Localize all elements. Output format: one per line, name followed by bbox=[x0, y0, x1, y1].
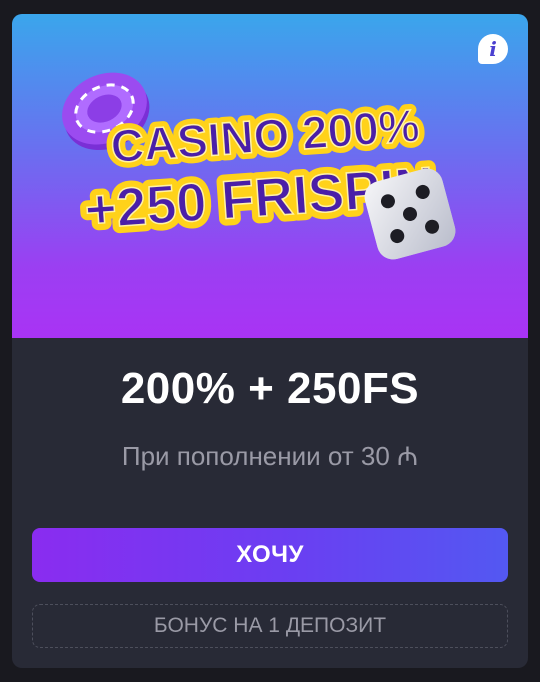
first-deposit-bonus-button[interactable]: БОНУС НА 1 ДЕПОЗИТ bbox=[32, 604, 508, 648]
bonus-card: CASINO 200% CASINO 200% +250 FRISPIN +25… bbox=[12, 14, 528, 668]
offer-subtitle: При пополнении от 30 ₼ bbox=[121, 441, 419, 471]
banner-artwork: CASINO 200% CASINO 200% +250 FRISPIN +25… bbox=[62, 72, 456, 260]
info-icon: i bbox=[489, 37, 497, 61]
want-bonus-button[interactable]: ХОЧУ bbox=[32, 528, 508, 582]
promo-banner: CASINO 200% CASINO 200% +250 FRISPIN +25… bbox=[12, 14, 528, 338]
offer-title: 200% + 250FS bbox=[120, 364, 420, 413]
info-button[interactable]: i bbox=[478, 34, 508, 64]
